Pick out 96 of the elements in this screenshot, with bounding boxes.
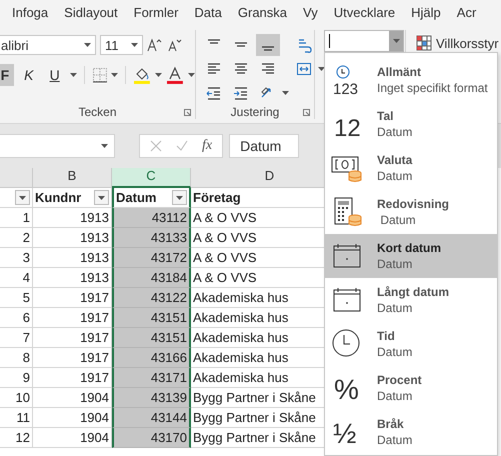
ribbon-tab[interactable]: Formler — [126, 4, 186, 20]
format-title: Redovisning — [377, 197, 450, 211]
table-cell: 5 — [0, 288, 33, 308]
align-bottom-icon[interactable] — [256, 34, 280, 56]
filter-dropdown-icon[interactable] — [94, 190, 109, 205]
dialog-launcher-icon[interactable] — [303, 109, 310, 116]
format-description: Datum — [377, 257, 414, 271]
dialog-launcher-icon[interactable] — [184, 109, 191, 116]
table-cell: 43166 — [112, 348, 191, 368]
table-header: Kundnr — [35, 190, 82, 205]
table-cell: 43151 — [112, 328, 191, 348]
group-label: Justering — [230, 105, 280, 119]
conditional-formatting-icon[interactable] — [416, 35, 432, 51]
format-description: Datum — [377, 125, 412, 139]
caret-icon — [155, 73, 162, 77]
group-label: Tecken — [77, 105, 118, 119]
caret-icon — [101, 144, 108, 148]
format-description: Datum — [377, 389, 414, 403]
ribbon-tab[interactable]: Hjälp — [403, 4, 449, 20]
fill-color-icon[interactable] — [133, 66, 152, 84]
caret-icon — [111, 73, 118, 77]
ribbon-tab[interactable]: Granska — [230, 4, 296, 20]
format-title: Kort datum — [377, 241, 441, 255]
format-menu-item[interactable]: 12 Tal Datum — [325, 102, 497, 146]
table-header: Företag — [193, 190, 241, 205]
format-title: Tal — [377, 109, 394, 123]
format-icon-text: 12 — [334, 115, 361, 140]
format-title: Allmänt — [377, 65, 422, 79]
caret-icon — [131, 43, 138, 47]
format-description: Datum — [377, 345, 412, 359]
ribbon-tab[interactable]: Vy — [295, 4, 326, 20]
underline-button[interactable]: U — [44, 64, 66, 86]
filter-dropdown-icon[interactable] — [172, 190, 187, 205]
table-cell: 43184 — [112, 268, 191, 288]
column-header[interactable]: C — [112, 168, 191, 188]
caret-icon — [282, 91, 289, 95]
table-cell: 43122 — [112, 288, 191, 308]
format-title: Bråk — [377, 417, 405, 431]
borders-icon[interactable] — [92, 67, 108, 83]
format-description: Inget specifikt format — [377, 81, 488, 95]
table-cell: 4 — [0, 268, 33, 288]
font-size-field[interactable]: 11 — [100, 35, 143, 55]
caret-icon — [188, 73, 196, 77]
ribbon-tab[interactable]: Infoga — [4, 4, 56, 20]
ribbon-tab[interactable]: Acr — [448, 4, 484, 20]
italic-button[interactable]: K — [18, 64, 40, 86]
table-cell: 7 — [0, 328, 33, 348]
table-cell: 43144 — [112, 408, 191, 428]
format-title: Tid — [377, 329, 396, 343]
font-color-icon[interactable] — [166, 66, 184, 84]
caret-icon — [318, 67, 325, 71]
number-format-field[interactable] — [324, 30, 404, 52]
table-cell: 43112 — [112, 208, 191, 228]
ribbon-tab[interactable]: Sidlayout — [56, 4, 126, 20]
table-cell: 9 — [0, 368, 33, 388]
table-cell: 43170 — [112, 428, 191, 448]
table-cell: 43151 — [112, 308, 191, 328]
ribbon-tab[interactable]: Data — [186, 4, 230, 20]
caret-icon — [392, 39, 400, 43]
shrink-font-icon[interactable] — [167, 37, 183, 53]
filter-dropdown-icon[interactable] — [15, 190, 30, 205]
bold-button[interactable]: F — [0, 64, 14, 86]
table-cell: 1 — [0, 208, 33, 228]
format-menu-item[interactable]: Valuta Datum — [325, 146, 497, 190]
format-title: Procent — [377, 373, 422, 387]
caret-icon — [84, 43, 91, 47]
format-title: Långt datum — [377, 285, 449, 299]
format-description: Datum — [379, 213, 417, 227]
table-cell: 43133 — [112, 228, 191, 248]
table-cell: 43172 — [112, 248, 191, 268]
table-cell: 3 — [0, 248, 33, 268]
column-header[interactable]: B — [33, 168, 112, 188]
format-description: Datum — [377, 169, 412, 183]
table-cell: 43171 — [112, 368, 191, 388]
formula-field[interactable]: Datum — [229, 134, 300, 158]
format-icon-text: 123 — [333, 81, 358, 96]
table-cell: 11 — [0, 408, 33, 428]
checkmark-icon[interactable] — [176, 140, 188, 152]
table-cell: 10 — [0, 388, 33, 408]
table-cell: 8 — [0, 348, 33, 368]
format-menu-item[interactable]: 123 Allmänt Inget specifikt format — [325, 58, 497, 102]
table-cell: 43139 — [112, 388, 191, 408]
table-cell: 2 — [0, 228, 33, 248]
font-name-field[interactable]: alibri — [0, 35, 96, 55]
format-title: Valuta — [377, 153, 412, 167]
format-menu-item[interactable]: Kort datum Datum — [325, 234, 497, 278]
format-description: Datum — [377, 301, 414, 315]
table-header: Datum — [116, 190, 156, 205]
grow-font-icon[interactable] — [147, 37, 163, 53]
table-cell: 12 — [0, 428, 33, 448]
caret-icon — [70, 73, 77, 77]
format-description: Datum — [377, 433, 412, 447]
ribbon-tab[interactable]: Utvecklare — [326, 4, 404, 20]
insert-function-button[interactable]: fx — [202, 138, 212, 154]
conditional-formatting-label[interactable]: Villkorsstyr — [436, 36, 499, 50]
table-cell: 6 — [0, 308, 33, 328]
